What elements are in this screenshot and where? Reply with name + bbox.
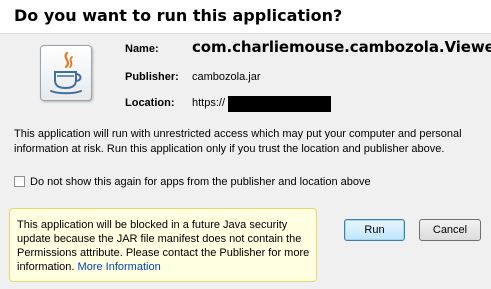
do-not-show-checkbox[interactable]	[14, 176, 25, 187]
redacted-location	[228, 96, 331, 112]
name-value: com.charliemouse.cambozola.Viewer	[192, 38, 491, 56]
name-label: Name:	[125, 43, 159, 55]
java-icon	[40, 45, 92, 101]
notice-text: This application will be blocked in a fu…	[17, 219, 310, 273]
dialog-header: Do you want to run this application?	[0, 0, 491, 34]
publisher-label: Publisher:	[125, 71, 179, 83]
more-information-link[interactable]: More Information	[78, 261, 161, 273]
run-button[interactable]: Run	[344, 219, 405, 241]
location-value: https://	[192, 97, 226, 109]
publisher-value: cambozola.jar	[192, 71, 261, 83]
dialog-title: Do you want to run this application?	[14, 6, 343, 25]
cancel-button[interactable]: Cancel	[419, 219, 481, 241]
notice-text-container: This application will be blocked in a fu…	[17, 218, 313, 274]
do-not-show-label[interactable]: Do not show this again for apps from the…	[30, 176, 371, 188]
blocked-notice: This application will be blocked in a fu…	[9, 208, 317, 282]
security-warning: This application will run with unrestric…	[14, 128, 462, 155]
location-label: Location:	[125, 97, 175, 109]
